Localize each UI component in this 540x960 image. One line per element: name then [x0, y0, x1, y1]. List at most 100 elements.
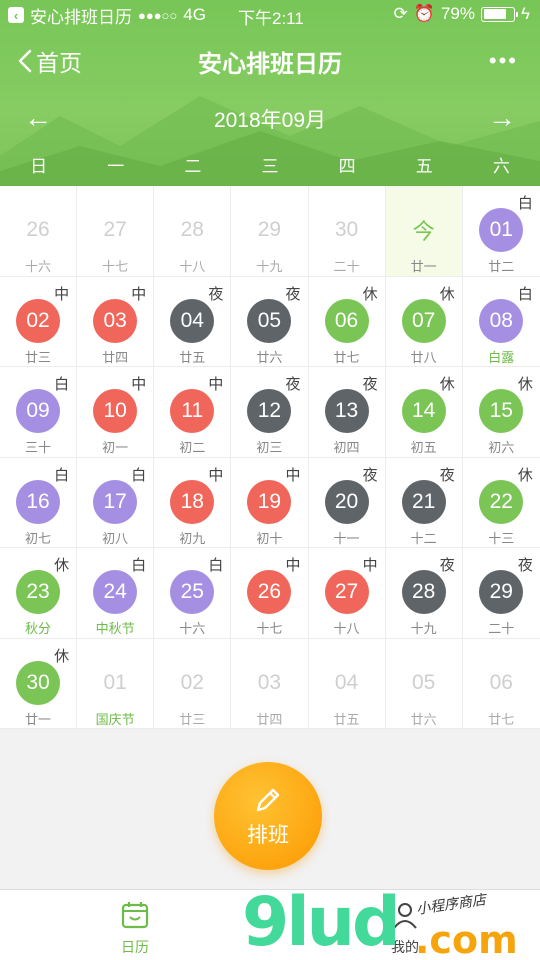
- calendar-day-cell[interactable]: 26 十六: [0, 186, 78, 276]
- shift-tag: 休: [362, 285, 378, 303]
- schedule-button[interactable]: 排班: [214, 762, 322, 870]
- lunar-date: 廿八: [410, 349, 437, 365]
- calendar-day-cell[interactable]: 白 01 廿二: [463, 186, 540, 276]
- day-number: 29: [479, 570, 524, 614]
- lunar-date: 初四: [333, 440, 360, 455]
- day-number: 25: [170, 570, 215, 614]
- day-number: 27: [103, 218, 127, 241]
- calendar-day-cell[interactable]: 夜 13 初四: [309, 367, 386, 457]
- calendar-week-row: 休 23 秋分白 24 中秋节白 25 十六中 26 十七中 27 十八夜 28 十九夜 29 二十: [0, 548, 540, 639]
- day-number: 13: [324, 389, 369, 433]
- calendar-day-cell[interactable]: 白 17 初八: [77, 457, 155, 547]
- weekday-sun: 日: [30, 157, 48, 176]
- festival-label: 中秋节: [95, 621, 135, 636]
- day-number: 16: [16, 479, 61, 524]
- calendar-week-row: 休 30 廿一 01 国庆节 02 廿三 03 廿四 04 廿五 05 廿六 06 廿七: [0, 638, 540, 729]
- calendar-icon: [121, 902, 149, 929]
- calendar-day-cell[interactable]: 白 25 十六: [154, 548, 232, 638]
- shift-tag: 休: [54, 647, 70, 665]
- back-button[interactable]: 首页: [18, 44, 82, 78]
- weekday-sat: 六: [492, 157, 510, 176]
- lunar-date: 十二: [410, 530, 437, 546]
- lunar-date: 初一: [102, 440, 129, 455]
- lunar-date: 初二: [179, 440, 206, 455]
- shift-tag: 夜: [439, 557, 455, 574]
- calendar-day-cell[interactable]: 中 02 廿三: [0, 276, 78, 366]
- calendar-day-cell[interactable]: 休 23 秋分: [0, 548, 78, 638]
- day-number: 24: [93, 570, 138, 614]
- calendar-day-cell[interactable]: 夜 04 廿五: [154, 276, 232, 366]
- back-app-icon[interactable]: ‹: [8, 7, 24, 23]
- calendar-day-cell[interactable]: 白 09 三十: [0, 367, 78, 457]
- status-time: 下午2:11: [238, 9, 304, 28]
- calendar-day-cell[interactable]: 04 廿五: [309, 638, 386, 728]
- calendar-day-cell[interactable]: 03 廿四: [231, 638, 309, 728]
- calendar-day-cell[interactable]: 29 十九: [231, 186, 309, 276]
- calendar-day-cell[interactable]: 休 06 廿七: [309, 276, 386, 366]
- calendar-day-cell[interactable]: 27 十七: [77, 186, 155, 276]
- battery-fill: [483, 9, 507, 19]
- day-number: 03: [257, 670, 282, 694]
- calendar-day-cell[interactable]: 06 廿七: [463, 639, 540, 729]
- weekday-wed: 三: [261, 157, 279, 176]
- calendar-day-cell[interactable]: 28 十八: [154, 186, 232, 276]
- lunar-date: 廿一: [410, 259, 437, 274]
- calendar-day-cell[interactable]: 中 11 初二: [154, 367, 232, 457]
- tab-calendar[interactable]: 日历: [95, 900, 175, 957]
- calendar-day-cell[interactable]: 白 24 中秋节: [77, 548, 155, 638]
- calendar-day-cell[interactable]: 白 08 白露: [463, 277, 540, 367]
- shift-tag: 休: [517, 466, 533, 484]
- day-number: 07: [401, 298, 446, 343]
- calendar-day-cell[interactable]: 01 国庆节: [77, 638, 155, 728]
- shift-tag: 中: [131, 376, 147, 393]
- day-number: 28: [401, 570, 446, 614]
- calendar-day-cell[interactable]: 休 07 廿八: [386, 276, 463, 366]
- lunar-date: 廿三: [25, 349, 52, 365]
- shift-tag: 白: [517, 285, 533, 303]
- day-number: 06: [489, 670, 513, 694]
- calendar-day-cell[interactable]: 02 廿三: [154, 638, 232, 728]
- pencil-icon: [256, 788, 280, 812]
- tab-mine[interactable]: 我的: [365, 900, 445, 957]
- lunar-date: 十六: [25, 259, 52, 274]
- more-menu-button[interactable]: •••: [489, 48, 518, 74]
- nav-bar: 首页 安心排班日历 •••: [0, 38, 540, 84]
- calendar-day-cell[interactable]: 夜 21 十二: [386, 457, 463, 547]
- calendar-day-cell[interactable]: 夜 29 二十: [463, 548, 540, 638]
- alarm-icon: ⏰: [413, 4, 435, 23]
- prev-month-button[interactable]: ←: [24, 102, 52, 134]
- calendar-day-cell[interactable]: 夜 12 初三: [231, 367, 309, 457]
- calendar-day-cell[interactable]: 中 03 廿四: [77, 276, 155, 366]
- calendar-day-cell[interactable]: 夜 28 十九: [386, 548, 463, 638]
- calendar-day-cell[interactable]: 30 二十: [309, 186, 386, 276]
- calendar-day-cell[interactable]: 休 22 十三: [463, 458, 540, 548]
- calendar-day-cell[interactable]: 中 19 初十: [231, 457, 309, 547]
- next-month-button[interactable]: →: [488, 102, 516, 134]
- calendar-day-cell[interactable]: 中 18 初九: [154, 457, 232, 547]
- shift-tag: 夜: [208, 285, 224, 303]
- shift-tag: 白: [208, 557, 224, 574]
- lunar-date: 十一: [333, 530, 360, 546]
- lunar-date: 廿四: [102, 349, 129, 365]
- schedule-button-label: 排班: [247, 824, 289, 847]
- calendar-day-cell[interactable]: 中 26 十七: [231, 548, 309, 638]
- day-number: 30: [334, 218, 359, 241]
- shift-tag: 夜: [362, 466, 378, 484]
- calendar-day-cell[interactable]: 白 16 初七: [0, 457, 78, 547]
- shift-tag: 夜: [362, 376, 378, 393]
- network-type: 4G: [183, 5, 206, 24]
- calendar-day-cell[interactable]: 夜 05 廿六: [231, 276, 309, 366]
- shift-tag: 夜: [439, 466, 455, 484]
- shift-tag: 白: [131, 557, 147, 574]
- back-app-label[interactable]: 安心排班日历: [30, 3, 132, 28]
- calendar-day-cell[interactable]: 休 30 廿一: [0, 638, 78, 728]
- calendar-day-cell[interactable]: 今廿一: [385, 186, 463, 276]
- day-number: 11: [170, 389, 215, 433]
- calendar-day-cell[interactable]: 中 10 初一: [77, 367, 155, 457]
- calendar-day-cell[interactable]: 夜 20 十一: [309, 457, 386, 547]
- calendar-day-cell[interactable]: 中 27 十八: [309, 548, 386, 638]
- lunar-date: 廿二: [488, 259, 515, 274]
- calendar-day-cell[interactable]: 休 15 初六: [463, 367, 540, 457]
- calendar-day-cell[interactable]: 休 14 初五: [386, 367, 463, 457]
- calendar-day-cell[interactable]: 05 廿六: [386, 638, 463, 728]
